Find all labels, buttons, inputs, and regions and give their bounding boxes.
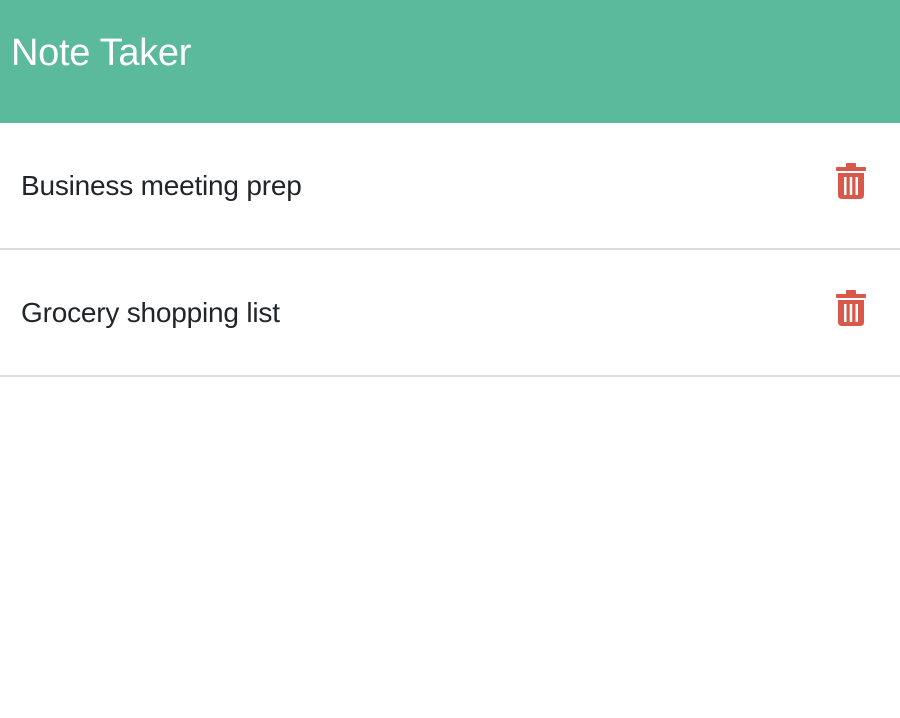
empty-content-area — [0, 377, 900, 718]
trash-icon — [836, 290, 866, 326]
note-title[interactable]: Grocery shopping list — [21, 296, 280, 330]
list-item[interactable]: Business meeting prep — [0, 123, 900, 250]
delete-note-button[interactable] — [835, 289, 867, 327]
app-title: Note Taker — [11, 32, 192, 74]
list-item[interactable]: Grocery shopping list — [0, 250, 900, 377]
note-title[interactable]: Business meeting prep — [21, 169, 302, 203]
note-list: Business meeting prep Grocery shopping l… — [0, 123, 900, 377]
delete-note-button[interactable] — [835, 162, 867, 200]
trash-icon — [836, 163, 866, 199]
app-header: Note Taker — [0, 0, 900, 123]
